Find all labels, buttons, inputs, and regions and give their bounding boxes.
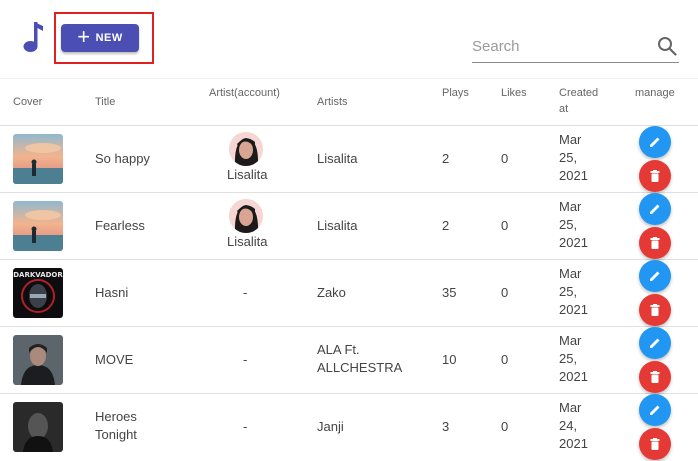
- song-likes: 0: [501, 352, 509, 367]
- created-day: 25,: [559, 150, 578, 165]
- song-likes: 0: [501, 419, 509, 434]
- song-title: Fearless: [95, 218, 145, 233]
- delete-button[interactable]: [639, 160, 671, 192]
- cover-image: DARKVADOR: [13, 268, 63, 318]
- song-title: MOVE: [95, 352, 134, 367]
- table-row: So happy Lisalita Lisalita 2 0 Mar 25, 2…: [0, 126, 698, 193]
- delete-button[interactable]: [639, 294, 671, 326]
- created-year: 2021: [559, 369, 588, 384]
- toolbar: + NEW: [0, 0, 698, 78]
- pencil-icon: [650, 271, 660, 281]
- song-plays: 10: [442, 352, 457, 367]
- trash-icon: [650, 237, 660, 249]
- song-artists: Lisalita: [317, 218, 358, 233]
- cover-image: [13, 335, 63, 385]
- pencil-icon: [650, 204, 660, 214]
- created-year: 2021: [559, 302, 588, 317]
- song-likes: 0: [501, 285, 509, 300]
- created-day: 25,: [559, 217, 578, 232]
- created-day: 25,: [559, 351, 578, 366]
- song-likes: 0: [501, 151, 509, 166]
- column-created: Created: [559, 87, 599, 99]
- song-plays: 35: [442, 285, 457, 300]
- song-title: Hasni: [95, 285, 129, 300]
- search-input[interactable]: [472, 34, 642, 58]
- song-title-cont: Tonight: [95, 427, 137, 442]
- column-artist-account: Artist(account): [209, 87, 280, 99]
- table-header: Cover Title Artist(account) Artists Play…: [0, 78, 698, 126]
- delete-button[interactable]: [639, 227, 671, 259]
- column-artists: Artists: [317, 96, 348, 108]
- song-likes: 0: [501, 218, 509, 233]
- account-name: -: [243, 352, 248, 367]
- account-name: Lisalita: [227, 234, 268, 249]
- edit-button[interactable]: [639, 126, 671, 158]
- column-cover: Cover: [13, 96, 43, 108]
- table-row: MOVE - ALA Ft. ALLCHESTRA 10 0 Mar 25, 2…: [0, 327, 698, 394]
- account-name: -: [243, 285, 248, 300]
- column-plays: Plays: [442, 87, 469, 99]
- new-button-label: NEW: [95, 32, 123, 44]
- song-title: Heroes: [95, 409, 137, 424]
- edit-button[interactable]: [639, 394, 671, 426]
- trash-icon: [650, 170, 660, 182]
- pencil-icon: [650, 405, 660, 415]
- song-plays: 2: [442, 151, 450, 166]
- column-manage: manage: [635, 87, 675, 99]
- account-name: Lisalita: [227, 167, 268, 182]
- edit-button[interactable]: [639, 327, 671, 359]
- cover-image: [13, 402, 63, 452]
- created-year: 2021: [559, 168, 588, 183]
- edit-button[interactable]: [639, 193, 671, 225]
- cover-art-text: DARKVADOR: [13, 271, 63, 279]
- created-year: 2021: [559, 436, 588, 451]
- pencil-icon: [650, 137, 660, 147]
- search-box: [472, 34, 679, 63]
- delete-button[interactable]: [639, 428, 671, 460]
- created-month: Mar: [559, 266, 582, 281]
- created-year: 2021: [559, 235, 588, 250]
- cover-image: [13, 134, 63, 184]
- song-artists: Zako: [317, 285, 346, 300]
- created-day: 24,: [559, 418, 578, 433]
- trash-icon: [650, 371, 660, 383]
- song-artists: ALA Ft.: [317, 342, 360, 357]
- song-artists: Janji: [317, 419, 344, 434]
- column-created-at: at: [559, 103, 569, 115]
- table-row: Heroes Tonight - Janji 3 0 Mar 24, 2021: [0, 394, 698, 461]
- song-title: So happy: [95, 151, 150, 166]
- trash-icon: [650, 304, 660, 316]
- created-month: Mar: [559, 199, 582, 214]
- cover-image: [13, 201, 63, 251]
- song-plays: 3: [442, 419, 450, 434]
- music-note-icon: [23, 22, 43, 52]
- edit-button[interactable]: [639, 260, 671, 292]
- account-name: -: [243, 419, 248, 434]
- trash-icon: [650, 438, 660, 450]
- song-plays: 2: [442, 218, 450, 233]
- created-month: Mar: [559, 333, 582, 348]
- delete-button[interactable]: [639, 361, 671, 393]
- table-row: Fearless Lisalita Lisalita 2 0 Mar 25, 2…: [0, 193, 698, 260]
- search-icon[interactable]: [657, 36, 677, 56]
- account-avatar: [229, 199, 263, 233]
- pencil-icon: [650, 338, 660, 348]
- created-day: 25,: [559, 284, 578, 299]
- song-artists: Lisalita: [317, 151, 358, 166]
- column-title: Title: [95, 96, 116, 108]
- table-row: DARKVADOR Hasni - Zako 35 0 Mar 25, 2021: [0, 260, 698, 327]
- column-likes: Likes: [501, 87, 527, 99]
- account-avatar: [229, 132, 263, 166]
- created-month: Mar: [559, 400, 582, 415]
- song-artists-cont: ALLCHESTRA: [317, 360, 403, 375]
- plus-icon: +: [77, 23, 91, 49]
- new-song-button[interactable]: + NEW: [61, 24, 139, 52]
- created-month: Mar: [559, 132, 582, 147]
